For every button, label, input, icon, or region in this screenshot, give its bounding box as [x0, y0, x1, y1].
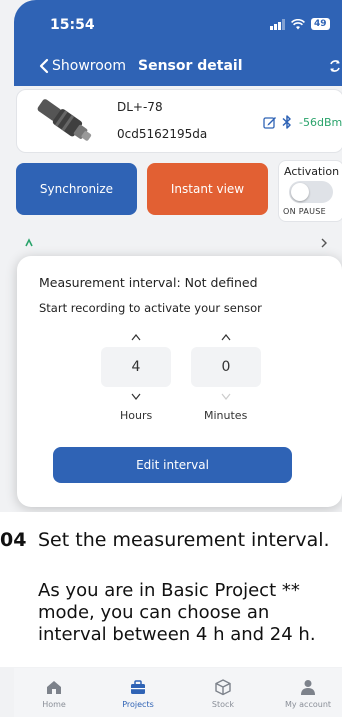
chevron-icon — [25, 238, 33, 247]
synchronize-button[interactable]: Synchronize — [16, 163, 137, 215]
hours-label: Hours — [120, 409, 153, 422]
at-a-glance-row[interactable] — [16, 236, 342, 256]
tab-label: Stock — [211, 700, 235, 709]
wifi-icon — [291, 18, 305, 29]
tab-label: Home — [42, 700, 66, 709]
tab-home[interactable]: Home — [24, 678, 84, 709]
activation-panel: Activation ON PAUSE — [278, 160, 342, 222]
step-heading: Set the measurement interval. — [38, 529, 330, 551]
home-icon — [47, 681, 61, 694]
instant-view-button[interactable]: Instant view — [147, 163, 268, 215]
activation-state: ON PAUSE — [283, 207, 326, 216]
tab-projects[interactable]: Projects — [108, 678, 168, 709]
minutes-decrement-icon[interactable] — [221, 393, 231, 401]
status-icons: 49 — [270, 18, 330, 30]
edit-icon[interactable] — [263, 115, 277, 129]
status-time: 15:54 — [50, 17, 95, 33]
bluetooth-icon — [282, 115, 291, 129]
chevron-left-icon — [39, 58, 49, 74]
interval-modal: Measurement interval: Not defined Start … — [17, 256, 342, 507]
minutes-value[interactable]: 0 — [191, 347, 261, 387]
briefcase-icon — [131, 680, 145, 694]
step-body: As you are in Basic Project ** mode, you… — [38, 580, 342, 646]
sync-icon[interactable] — [328, 58, 342, 74]
page-title: Sensor detail — [138, 58, 243, 74]
modal-subtitle: Start recording to activate your sensor — [39, 301, 262, 315]
sensor-card[interactable]: DL+-78 0cd5162195da -56dBm — [16, 89, 342, 153]
tab-label: My account — [284, 700, 332, 709]
back-button[interactable]: Showroom — [38, 58, 126, 74]
hours-value[interactable]: 4 — [101, 347, 171, 387]
minutes-label: Minutes — [204, 409, 248, 422]
modal-title: Measurement interval: Not defined — [39, 275, 258, 290]
toggle-knob — [291, 183, 309, 201]
edit-interval-button[interactable]: Edit interval — [53, 447, 292, 483]
hours-increment-icon[interactable] — [131, 333, 141, 341]
sensor-image — [37, 99, 92, 141]
signal-strength: -56dBm — [299, 116, 342, 129]
step-body-line: mode, you can choose an — [38, 602, 270, 623]
back-label: Showroom — [52, 58, 126, 74]
box-icon — [215, 679, 231, 696]
minutes-increment-icon[interactable] — [221, 333, 231, 341]
sensor-id: 0cd5162195da — [117, 127, 208, 141]
step-body-line: As you are in Basic Project ** — [38, 580, 300, 601]
person-icon — [301, 680, 315, 695]
tab-my-account[interactable]: My account — [278, 678, 338, 709]
app-header: 15:54 49 Showroom Sensor detail — [14, 0, 342, 86]
signal-icon — [270, 18, 285, 30]
tab-label: Projects — [122, 700, 154, 709]
nav-bar: Showroom Sensor detail — [38, 52, 342, 80]
step-body-line: interval between 4 h and 24 h. — [38, 624, 316, 645]
activation-toggle[interactable] — [289, 181, 333, 203]
hours-decrement-icon[interactable] — [131, 393, 141, 401]
battery-indicator: 49 — [311, 18, 330, 30]
bottom-tab-bar: Home Projects Stock My account — [14, 668, 342, 717]
chevron-right-icon — [321, 238, 327, 248]
tab-stock[interactable]: Stock — [193, 678, 253, 709]
sensor-name: DL+-78 — [117, 100, 163, 114]
activation-label: Activation — [284, 165, 340, 178]
step-number: 04 — [0, 529, 27, 551]
